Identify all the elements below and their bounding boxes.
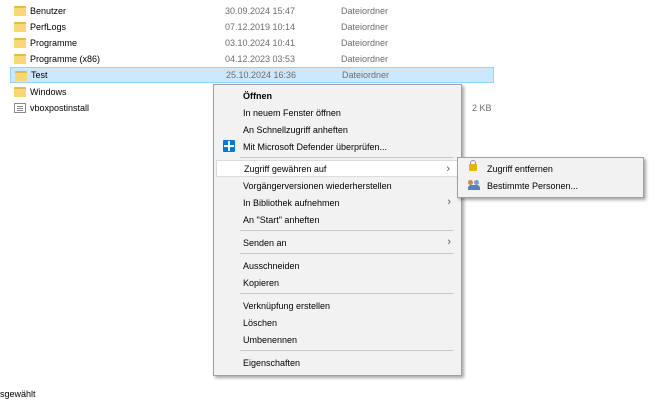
menu-separator <box>240 157 453 158</box>
menu-separator <box>240 253 453 254</box>
defender-icon <box>223 140 235 152</box>
menu-item-cut[interactable]: Ausschneiden <box>216 257 459 274</box>
file-row-benutzer[interactable]: Benutzer 30.09.2024 15:47 Dateiordner <box>10 3 494 19</box>
file-row-perflogs[interactable]: PerfLogs 07.12.2019 10:14 Dateiordner <box>10 19 494 35</box>
menu-separator <box>240 350 453 351</box>
menu-item-label: Mit Microsoft Defender überprüfen... <box>243 141 388 152</box>
file-row-programme[interactable]: Programme 03.10.2024 10:41 Dateiordner <box>10 35 494 51</box>
file-date: 07.12.2019 10:14 <box>225 22 296 32</box>
folder-icon <box>14 22 26 32</box>
file-type: Dateiordner <box>341 54 389 64</box>
menu-item-label: Umbenennen <box>243 334 298 345</box>
file-row-test[interactable]: Test 25.10.2024 16:36 Dateiordner <box>10 67 494 83</box>
menu-item-include-library[interactable]: In Bibliothek aufnehmen › <box>216 194 459 211</box>
file-name: vboxpostinstall <box>30 103 90 113</box>
menu-item-label: In Bibliothek aufnehmen <box>243 197 340 208</box>
file-name: PerfLogs <box>30 22 67 32</box>
folder-icon <box>15 71 27 81</box>
document-icon <box>14 103 26 113</box>
menu-item-label: Vorgängerversionen wiederherstellen <box>243 180 392 191</box>
file-date: 30.09.2024 15:47 <box>225 6 296 16</box>
file-name: Programme <box>30 38 78 48</box>
file-type: Dateiordner <box>341 6 389 16</box>
menu-item-label: Eigenschaften <box>243 357 301 368</box>
menu-separator <box>240 293 453 294</box>
menu-item-specific-people[interactable]: Bestimmte Personen... <box>460 177 641 194</box>
file-type: Dateiordner <box>341 38 389 48</box>
menu-item-label: Zugriff entfernen <box>487 163 553 174</box>
menu-item-rename[interactable]: Umbenennen <box>216 331 459 348</box>
context-menu: Öffnen In neuem Fenster öffnen An Schnel… <box>213 84 462 376</box>
menu-item-label: An Schnellzugriff anheften <box>243 124 348 135</box>
folder-icon <box>14 54 26 64</box>
file-name: Programme (x86) <box>30 54 101 64</box>
menu-item-label: Zugriff gewähren auf <box>244 163 327 174</box>
menu-item-delete[interactable]: Löschen <box>216 314 459 331</box>
menu-item-defender-scan[interactable]: Mit Microsoft Defender überprüfen... <box>216 138 459 155</box>
give-access-submenu: Zugriff entfernen Bestimmte Personen... <box>457 157 644 198</box>
chevron-right-icon: › <box>447 236 451 248</box>
menu-item-label: An "Start" anheften <box>243 214 320 225</box>
menu-item-remove-access[interactable]: Zugriff entfernen <box>460 160 641 177</box>
file-size: 2 KB <box>472 103 492 113</box>
menu-separator <box>240 230 453 231</box>
file-name: Windows <box>30 87 67 97</box>
folder-icon <box>14 38 26 48</box>
menu-item-label: Senden an <box>243 237 287 248</box>
menu-item-label: In neuem Fenster öffnen <box>243 107 341 118</box>
file-date: 25.10.2024 16:36 <box>226 70 297 80</box>
status-bar-text: sgewählt <box>0 389 36 399</box>
chevron-right-icon: › <box>446 163 450 175</box>
folder-icon <box>14 87 26 97</box>
menu-item-create-shortcut[interactable]: Verknüpfung erstellen <box>216 297 459 314</box>
menu-item-pin-quick-access[interactable]: An Schnellzugriff anheften <box>216 121 459 138</box>
lock-icon <box>469 160 477 171</box>
file-name: Benutzer <box>30 6 67 16</box>
menu-item-open[interactable]: Öffnen <box>216 87 459 104</box>
menu-item-open-new-window[interactable]: In neuem Fenster öffnen <box>216 104 459 121</box>
menu-item-label: Verknüpfung erstellen <box>243 300 331 311</box>
menu-item-label: Bestimmte Personen... <box>487 180 579 191</box>
menu-item-give-access[interactable]: Zugriff gewähren auf › <box>216 160 459 177</box>
file-type: Dateiordner <box>341 22 389 32</box>
file-date: 03.10.2024 10:41 <box>225 38 296 48</box>
file-type: Dateiordner <box>342 70 390 80</box>
menu-item-pin-start[interactable]: An "Start" anheften <box>216 211 459 228</box>
menu-item-send-to[interactable]: Senden an › <box>216 234 459 251</box>
people-icon <box>468 180 480 190</box>
folder-icon <box>14 6 26 16</box>
chevron-right-icon: › <box>447 196 451 208</box>
menu-item-label: Löschen <box>243 317 278 328</box>
menu-item-properties[interactable]: Eigenschaften <box>216 354 459 371</box>
menu-item-label: Kopieren <box>243 277 280 288</box>
file-name: Test <box>31 70 48 80</box>
file-date: 04.12.2023 03:53 <box>225 54 296 64</box>
file-row-programme-x86[interactable]: Programme (x86) 04.12.2023 03:53 Dateior… <box>10 51 494 67</box>
menu-item-label: Öffnen <box>243 90 272 101</box>
menu-item-label: Ausschneiden <box>243 260 300 271</box>
menu-item-restore-versions[interactable]: Vorgängerversionen wiederherstellen <box>216 177 459 194</box>
menu-item-copy[interactable]: Kopieren <box>216 274 459 291</box>
